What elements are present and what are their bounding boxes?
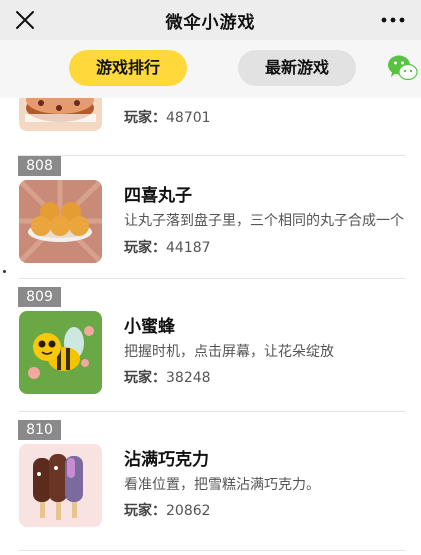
game-name: 小蜜蜂 — [124, 317, 175, 337]
tab-bar: 游戏排行 最新游戏 — [0, 40, 421, 98]
meatballs-icon — [19, 180, 102, 263]
bee-icon — [19, 311, 102, 394]
game-name: 四喜丸子 — [124, 186, 192, 206]
wechat-icon[interactable] — [386, 52, 418, 84]
game-description: 让丸子落到盘子里，三个相同的丸子合成一个 — [124, 213, 404, 229]
list-item[interactable]: 810 沾满巧克力 看准位置，把雪糕沾满巧克力。 玩家：20862 — [0, 420, 421, 555]
divider — [18, 550, 406, 551]
divider — [18, 411, 406, 412]
title-bar: 微伞小游戏 — [0, 0, 421, 40]
cake-icon — [19, 98, 102, 131]
game-players: 玩家：20862 — [124, 503, 211, 519]
rank-badge: 809 — [18, 287, 61, 307]
ice-cream-icon — [19, 444, 102, 527]
game-description: 看准位置，把雪糕沾满巧克力。 — [124, 477, 320, 493]
tab-game-ranking[interactable]: 游戏排行 — [69, 50, 187, 86]
game-description: 把握时机，点击屏幕，让花朵绽放 — [124, 344, 334, 360]
game-players: 玩家：48701 — [124, 110, 211, 126]
game-players: 玩家：44187 — [124, 240, 211, 256]
list-item[interactable]: 玩家：48701 — [0, 98, 421, 156]
page-title: 微伞小游戏 — [165, 13, 256, 33]
list-item[interactable]: 809 小蜜蜂 把握时机，点击屏幕，让花朵绽放 玩家：38248 — [0, 287, 421, 411]
game-players: 玩家：38248 — [124, 370, 211, 386]
more-dots-icon[interactable] — [380, 11, 406, 29]
divider — [18, 278, 406, 279]
tab-new-games[interactable]: 最新游戏 — [238, 50, 356, 86]
game-list: 玩家：48701 808 四喜丸子 让丸子落到盘子里，三个相同的丸子合成一个 玩… — [0, 98, 421, 555]
rank-badge: 808 — [18, 156, 61, 176]
list-item[interactable]: 808 四喜丸子 让丸子落到盘子里，三个相同的丸子合成一个 玩家：44187 — [0, 156, 421, 279]
game-name: 沾满巧克力 — [124, 450, 209, 470]
rank-badge: 810 — [18, 420, 61, 440]
